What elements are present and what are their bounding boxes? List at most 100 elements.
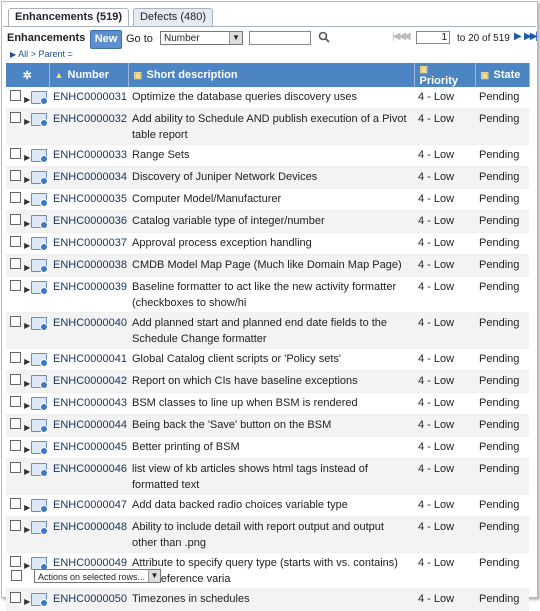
row-number[interactable]: ENHC0000042 (49, 370, 128, 393)
row-number[interactable]: ENHC0000044 (49, 414, 128, 437)
row-checkbox[interactable] (10, 556, 21, 567)
record-preview-icon[interactable] (31, 215, 49, 229)
row-number[interactable]: ENHC0000037 (49, 232, 128, 255)
row-number[interactable]: ENHC0000043 (49, 392, 128, 415)
row-number[interactable]: ENHC0000047 (49, 494, 128, 517)
record-preview-icon[interactable] (31, 193, 49, 207)
record-preview-icon[interactable] (31, 353, 49, 367)
record-preview-icon[interactable] (31, 149, 49, 163)
column-settings[interactable]: ✲ (6, 63, 50, 87)
row-checkbox[interactable] (10, 316, 21, 327)
column-priority[interactable]: ▣Priority (414, 63, 476, 87)
expand-row-icon[interactable]: ▶ (24, 318, 30, 334)
record-preview-icon[interactable] (31, 281, 49, 295)
record-preview-icon[interactable] (31, 171, 49, 185)
table-row[interactable]: ▶ ENHC0000041 Global Catalog client script… (6, 348, 529, 371)
row-number[interactable]: ENHC0000038 (49, 254, 128, 277)
table-row[interactable]: ▶ ENHC0000042 Report on which CIs have bas… (6, 370, 529, 393)
table-row[interactable]: ▶ ENHC0000040 Add planned start and planne… (6, 312, 529, 349)
expand-row-icon[interactable]: ▶ (24, 376, 30, 392)
table-row[interactable]: ▶ ENHC0000033 Range Sets 4 - Low Pending (6, 144, 529, 167)
table-row[interactable]: ▶ ENHC0000038 CMDB Model Map Page (Much li… (6, 254, 529, 277)
record-preview-icon[interactable] (31, 237, 49, 251)
row-checkbox[interactable] (10, 236, 21, 247)
row-number[interactable]: ENHC0000041 (49, 348, 128, 371)
row-checkbox[interactable] (10, 418, 21, 429)
row-checkbox[interactable] (10, 592, 21, 603)
row-number[interactable]: ENHC0000031 (49, 87, 128, 109)
record-preview-icon[interactable] (31, 317, 49, 331)
search-icon[interactable] (318, 31, 332, 45)
row-checkbox[interactable] (10, 396, 21, 407)
record-preview-icon[interactable] (31, 499, 49, 513)
table-row[interactable]: ▶ ENHC0000048 Ability to include detail wi… (6, 516, 529, 553)
row-checkbox[interactable] (10, 352, 21, 363)
table-row[interactable]: ▶ ENHC0000044 Being back the 'Save' button… (6, 414, 529, 437)
table-row[interactable]: ▶ ENHC0000036 Catalog variable type of int… (6, 210, 529, 233)
table-row[interactable]: ▶ ENHC0000039 Baseline formatter to act li… (6, 276, 529, 313)
record-preview-icon[interactable] (31, 113, 49, 127)
row-number[interactable]: ENHC0000040 (49, 312, 128, 349)
table-row[interactable]: ▶ ENHC0000037 Approval process exception h… (6, 232, 529, 255)
expand-row-icon[interactable]: ▶ (24, 282, 30, 298)
expand-row-icon[interactable]: ▶ (24, 114, 30, 130)
breadcrumb-parent[interactable]: Parent = (38, 49, 72, 59)
expand-row-icon[interactable]: ▶ (24, 354, 30, 370)
row-checkbox[interactable] (10, 374, 21, 385)
column-number[interactable]: ▲ Number (49, 63, 129, 87)
row-checkbox[interactable] (10, 520, 21, 531)
row-checkbox[interactable] (10, 498, 21, 509)
table-row[interactable]: ▶ ENHC0000035 Computer Model/Manufacturer 4… (6, 188, 529, 211)
record-preview-icon[interactable] (31, 521, 49, 535)
expand-row-icon[interactable]: ▶ (24, 464, 30, 480)
prev-page-icon[interactable]: ◀ (403, 31, 411, 42)
row-number[interactable]: ENHC0000045 (49, 436, 128, 459)
table-row[interactable]: ▶ ENHC0000034 Discovery of Juniper Network… (6, 166, 529, 189)
row-checkbox[interactable] (10, 148, 21, 159)
expand-row-icon[interactable]: ▶ (24, 522, 30, 538)
record-preview-icon[interactable] (31, 593, 49, 607)
expand-row-icon[interactable]: ▶ (24, 594, 30, 610)
record-preview-icon[interactable] (31, 259, 49, 273)
row-checkbox[interactable] (10, 214, 21, 225)
record-preview-icon[interactable] (31, 375, 49, 389)
next-page-icon[interactable]: ▶ (514, 31, 522, 42)
row-number[interactable]: ENHC0000048 (49, 516, 128, 553)
table-row[interactable]: ▶ ENHC0000047 Add data backed radio choice… (6, 494, 529, 517)
expand-row-icon[interactable]: ▶ (24, 500, 30, 516)
row-number[interactable]: ENHC0000046 (49, 458, 128, 495)
select-all-checkbox[interactable] (11, 570, 22, 581)
row-checkbox[interactable] (10, 192, 21, 203)
record-preview-icon[interactable] (31, 419, 49, 433)
row-checkbox[interactable] (10, 440, 21, 451)
record-preview-icon[interactable] (31, 397, 49, 411)
row-number[interactable]: ENHC0000033 (49, 144, 128, 167)
row-number[interactable]: ENHC0000050 (49, 588, 128, 611)
record-preview-icon[interactable] (31, 463, 49, 477)
expand-row-icon[interactable]: ▶ (24, 260, 30, 276)
expand-row-icon[interactable]: ▶ (24, 442, 30, 458)
expand-row-icon[interactable]: ▶ (24, 194, 30, 210)
column-state[interactable]: ▣ State (475, 63, 530, 87)
expand-row-icon[interactable]: ▶ (24, 150, 30, 166)
tab-defects[interactable]: Defects (480) (132, 8, 214, 26)
row-number[interactable]: ENHC0000034 (49, 166, 128, 189)
expand-row-icon[interactable]: ▶ (24, 238, 30, 254)
tab-enhancements[interactable]: Enhancements (519) (8, 8, 129, 27)
record-preview-icon[interactable] (31, 91, 49, 105)
row-checkbox[interactable] (10, 462, 21, 473)
expand-row-icon[interactable]: ▶ (24, 172, 30, 188)
breadcrumb-all[interactable]: All (18, 49, 28, 59)
expand-row-icon[interactable]: ▶ (24, 420, 30, 436)
row-number[interactable]: ENHC0000032 (49, 108, 128, 145)
column-short-description[interactable]: ▣ Short description (128, 63, 415, 87)
row-checkbox[interactable] (10, 258, 21, 269)
new-button[interactable]: New (90, 30, 122, 49)
table-row[interactable]: ▶ ENHC0000031 Optimize the database querie… (6, 87, 529, 109)
table-row[interactable]: ▶ ENHC0000046 list view of kb articles sho… (6, 458, 529, 495)
table-row[interactable]: ▶ ENHC0000045 Better printing of BSM 4 - Lo… (6, 436, 529, 459)
actions-select[interactable]: Actions on selected rows... ▼ (34, 569, 161, 583)
row-checkbox[interactable] (10, 112, 21, 123)
row-checkbox[interactable] (10, 170, 21, 181)
last-page-icon[interactable]: ▶▶| (524, 31, 538, 42)
